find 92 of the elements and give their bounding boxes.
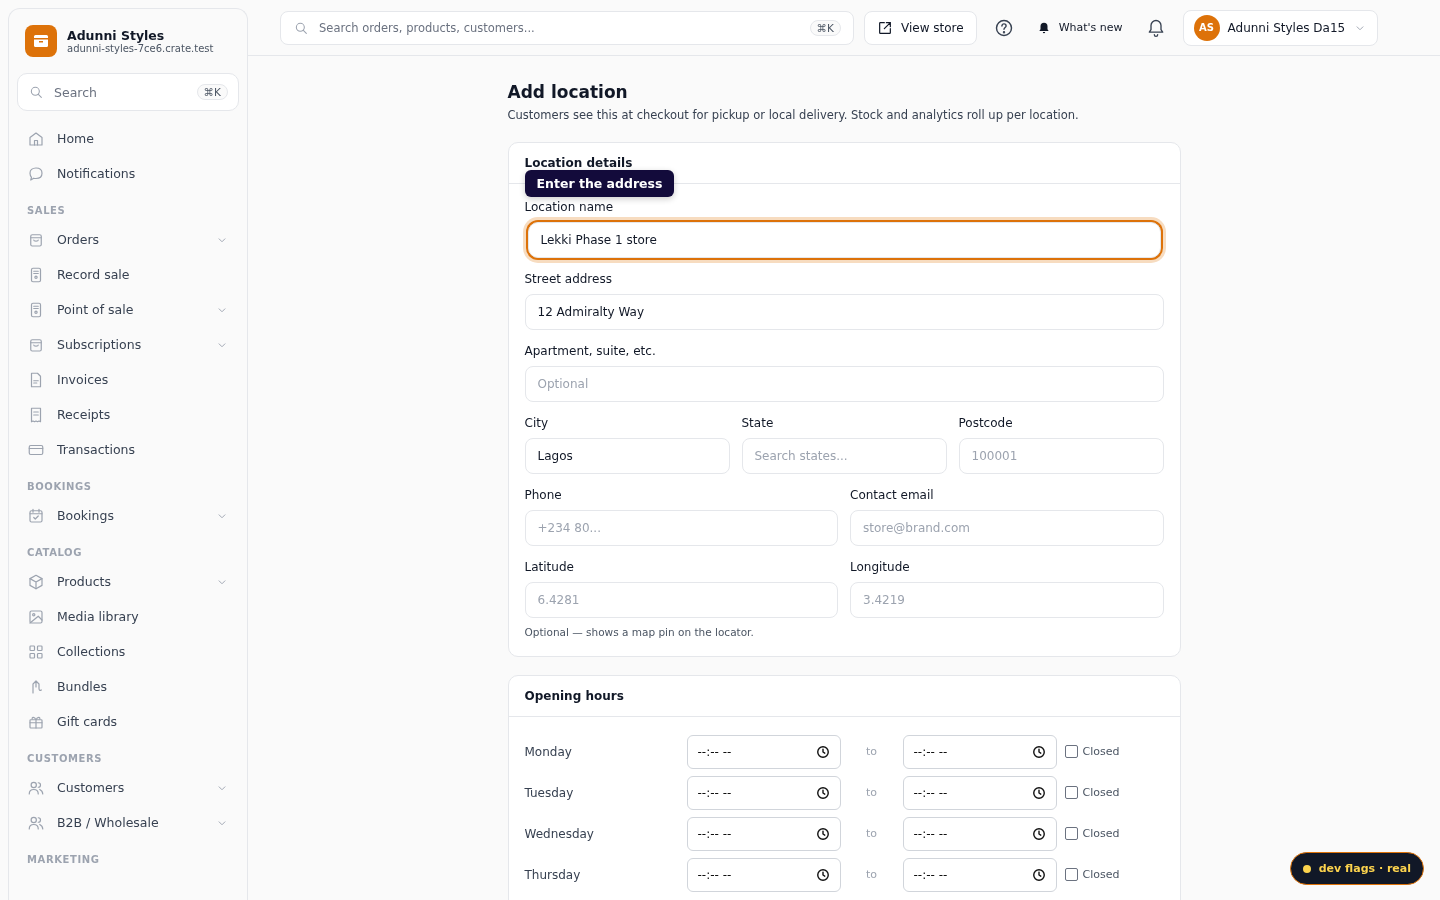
clock-icon[interactable] bbox=[1031, 826, 1046, 841]
sidebar-item[interactable]: Notifications bbox=[17, 156, 239, 191]
day-label: Monday bbox=[524, 744, 573, 759]
clock-icon[interactable] bbox=[1031, 867, 1046, 882]
avatar: AS bbox=[1193, 14, 1220, 41]
time-field[interactable]: --:-- -- bbox=[686, 857, 841, 892]
day-label: Wednesday bbox=[524, 826, 595, 841]
account-menu[interactable]: AS Adunni Styles Da15 bbox=[1182, 9, 1379, 46]
view-store-button[interactable]: View store bbox=[864, 10, 977, 45]
store-domain: adunni-styles-7ce6.crate.test bbox=[67, 43, 214, 54]
input-field[interactable]: 12 Admiralty Way bbox=[524, 294, 1164, 330]
global-search-field[interactable]: Search orders, products, customers... ⌘K bbox=[280, 10, 854, 45]
sidebar-item[interactable]: Record sale bbox=[17, 257, 239, 292]
section-heading: CUSTOMERS bbox=[26, 752, 104, 766]
sidebar-item[interactable]: Transactions bbox=[17, 432, 239, 467]
field-label: State bbox=[741, 416, 774, 430]
dev-flags-badge: dev flags · real bbox=[1289, 852, 1424, 885]
calendar-icon bbox=[27, 506, 45, 525]
checkbox[interactable] bbox=[1064, 786, 1078, 799]
sidebar-item[interactable]: B2B / Wholesale bbox=[17, 805, 239, 840]
field-label: Latitude bbox=[524, 560, 574, 574]
search-icon bbox=[28, 84, 44, 100]
sidebar-item[interactable]: Home bbox=[17, 121, 239, 156]
shortcut-hint: ⌘K bbox=[809, 19, 841, 36]
cube-icon bbox=[27, 572, 45, 591]
time-field[interactable]: --:-- -- bbox=[902, 734, 1057, 769]
section-heading: CATALOG bbox=[26, 546, 83, 560]
clock-icon[interactable] bbox=[1031, 785, 1046, 800]
store-name: Adunni Styles bbox=[67, 28, 166, 43]
checkbox[interactable] bbox=[1064, 827, 1078, 840]
speech-bubble-icon bbox=[27, 164, 45, 183]
sidebar-item[interactable]: Orders bbox=[17, 222, 239, 257]
sidebar-item[interactable]: Media library bbox=[17, 599, 239, 634]
help-icon bbox=[993, 17, 1014, 38]
sidebar-item[interactable]: Invoices bbox=[17, 362, 239, 397]
sidebar-item[interactable]: Bundles bbox=[17, 669, 239, 704]
field-label: Apartment, suite, etc. bbox=[524, 344, 656, 358]
sidebar-item[interactable]: Bookings bbox=[17, 498, 239, 533]
time-field[interactable]: --:-- -- bbox=[902, 857, 1057, 892]
clock-icon[interactable] bbox=[815, 744, 830, 759]
field-label: Contact email bbox=[850, 488, 934, 502]
checkbox-label: Closed bbox=[1082, 786, 1120, 799]
time-field[interactable]: --:-- -- bbox=[902, 775, 1057, 810]
checkbox[interactable] bbox=[1064, 745, 1078, 758]
checkbox-label: Closed bbox=[1082, 745, 1120, 758]
sidebar-item[interactable]: Receipts bbox=[17, 397, 239, 432]
checkbox-label: Closed bbox=[1082, 868, 1120, 881]
separator-text: to bbox=[864, 786, 878, 799]
separator-text: to bbox=[864, 745, 878, 758]
shortcut-hint: ⌘K bbox=[196, 84, 228, 100]
field-label: Phone bbox=[524, 488, 562, 502]
separator-text: to bbox=[864, 827, 878, 840]
section-heading: BOOKINGS bbox=[26, 480, 93, 494]
field-label: Postcode bbox=[958, 416, 1013, 430]
separator-text: to bbox=[864, 868, 878, 881]
sidebar-search-field[interactable]: Search ⌘K bbox=[17, 73, 239, 111]
clock-icon[interactable] bbox=[815, 826, 830, 841]
time-field[interactable]: --:-- -- bbox=[902, 816, 1057, 851]
sidebar-item[interactable]: Products bbox=[17, 564, 239, 599]
sidebar-item[interactable]: Subscriptions bbox=[17, 327, 239, 362]
sidebar-item[interactable]: Gift cards bbox=[17, 704, 239, 739]
day-label: Thursday bbox=[524, 867, 582, 882]
card-title: Opening hours bbox=[508, 676, 1180, 717]
field-label: Location name bbox=[524, 200, 614, 214]
clock-icon[interactable] bbox=[1031, 744, 1046, 759]
tooltip: Enter the address bbox=[524, 170, 675, 197]
store-logo-icon bbox=[25, 25, 57, 57]
sidebar-item[interactable]: Point of sale bbox=[17, 292, 239, 327]
whats-new-button[interactable]: What's new bbox=[1030, 20, 1129, 35]
field-label: Longitude bbox=[850, 560, 910, 574]
clock-icon[interactable] bbox=[815, 785, 830, 800]
checkbox-label: Closed bbox=[1082, 827, 1120, 840]
field-label: City bbox=[524, 416, 549, 430]
section-heading: MARKETING bbox=[26, 853, 101, 867]
field-label: Street address bbox=[524, 272, 612, 286]
image-icon bbox=[27, 607, 45, 626]
input-field[interactable]: Lagos bbox=[524, 438, 730, 474]
time-field[interactable]: --:-- -- bbox=[686, 775, 841, 810]
time-field[interactable]: --:-- -- bbox=[686, 816, 841, 851]
sidebar-item[interactable]: Collections bbox=[17, 634, 239, 669]
page-subtitle: Customers see this at checkout for pickup or local delivery. Stock and analytics roll up per location. bbox=[507, 108, 1080, 122]
external-link-icon bbox=[877, 19, 893, 36]
grid-icon bbox=[27, 642, 45, 661]
field-hint: Optional — shows a map pin on the locator. bbox=[524, 626, 755, 638]
section-heading: SALES bbox=[26, 204, 67, 218]
time-field[interactable]: --:-- -- bbox=[686, 734, 841, 769]
sidebar-item[interactable]: Customers bbox=[17, 770, 239, 805]
clock-icon[interactable] bbox=[815, 867, 830, 882]
day-label: Tuesday bbox=[524, 785, 575, 800]
page-title: Add location bbox=[507, 82, 629, 102]
status-dot bbox=[1302, 864, 1311, 873]
checkbox[interactable] bbox=[1064, 868, 1078, 881]
